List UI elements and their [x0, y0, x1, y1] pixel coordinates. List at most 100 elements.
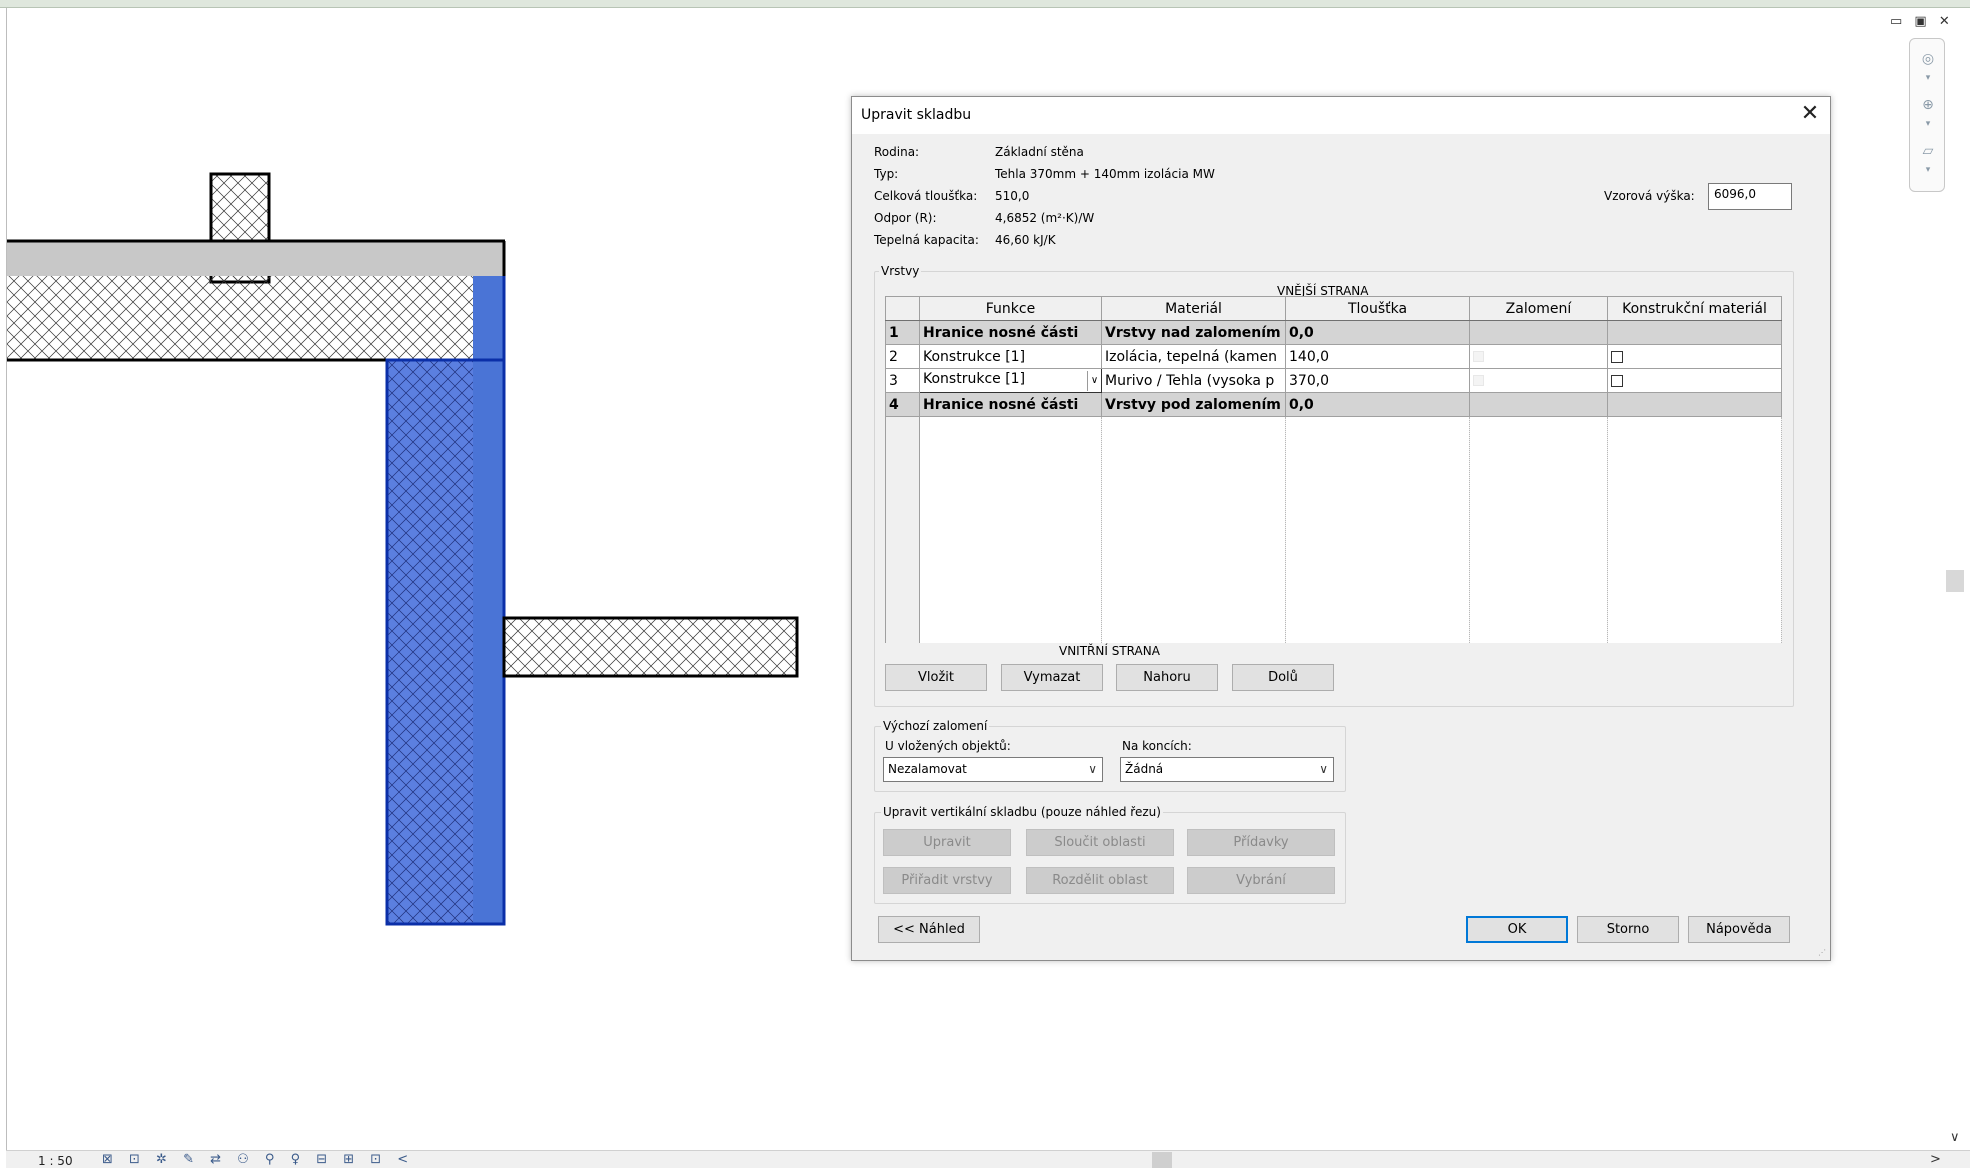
dialog-title: Upravit skladbu	[861, 107, 972, 123]
structural-checkbox[interactable]	[1611, 374, 1623, 387]
horizontal-scrollbar-thumb[interactable]	[1152, 1152, 1172, 1168]
close-icon[interactable]: ✕	[1796, 100, 1824, 128]
ok-button[interactable]: OK	[1466, 916, 1568, 943]
merge-regions-button[interactable]: Sloučit oblasti	[1026, 829, 1174, 856]
at-inserts-select[interactable]: Nezalamovat ∨	[883, 757, 1103, 782]
header-function[interactable]: Funkce	[919, 296, 1102, 321]
modify-button[interactable]: Upravit	[883, 829, 1011, 856]
thermal-capacity-label: Tepelná kapacita:	[874, 233, 979, 247]
cancel-button[interactable]: Storno	[1577, 916, 1679, 943]
header-structural-material[interactable]: Konstrukční materiál	[1607, 296, 1782, 321]
row-function-dropdown[interactable]: Konstrukce [1] ∨	[919, 368, 1102, 393]
zoom-icon[interactable]: ⊕	[1918, 97, 1938, 117]
chevron-down-icon[interactable]: ▾	[1918, 73, 1938, 93]
scroll-down-icon[interactable]: ∨	[1950, 1130, 1960, 1145]
layers-table: Funkce Materiál Tloušťka Zalomení Konstr…	[885, 296, 1782, 643]
default-wrapping-group: Výchozí zalomení U vložených objektů: Ne…	[874, 719, 1346, 792]
preview-toggle-button[interactable]: << Náhled	[878, 916, 980, 943]
delete-button[interactable]: Vymazat	[1001, 664, 1103, 691]
move-up-button[interactable]: Nahoru	[1116, 664, 1218, 691]
scrollbar-thumb[interactable]	[1946, 570, 1964, 592]
row-structural	[1607, 320, 1782, 345]
resize-grip-icon[interactable]: ⋰	[1818, 948, 1828, 958]
interior-side-label: VNITŘNÍ STRANA	[1059, 644, 1160, 658]
default-wrapping-title: Výchozí zalomení	[881, 719, 990, 733]
sweeps-button[interactable]: Přídavky	[1187, 829, 1335, 856]
view-control-bar: 1 : 50 ⊠ ⊡ ✲ ✎ ⇄ ⚇ ⚲ ♀ ⊟ ⊞ ⊡ < >	[6, 1150, 1970, 1168]
header-wraps[interactable]: Zalomení	[1469, 296, 1608, 321]
top-bar	[0, 0, 1970, 8]
row-thickness[interactable]: 140,0	[1285, 344, 1470, 369]
chevron-down-icon[interactable]: ∨	[1088, 758, 1097, 781]
row-wraps	[1469, 368, 1608, 393]
row-thickness[interactable]: 0,0	[1285, 320, 1470, 345]
at-inserts-value: Nezalamovat	[888, 762, 967, 776]
structural-checkbox[interactable]	[1611, 350, 1623, 363]
reveals-button[interactable]: Vybrání	[1187, 867, 1335, 894]
row-material[interactable]: Vrstvy pod zalomením	[1101, 392, 1286, 417]
thickness-label: Celková tloušťka:	[874, 189, 978, 203]
row-function[interactable]: Konstrukce [1]	[919, 344, 1102, 369]
layers-group: Vrstvy VNĚJŠÍ STRANA Funkce Materiál Tlo…	[874, 264, 1794, 707]
row-structural[interactable]	[1607, 344, 1782, 369]
move-down-button[interactable]: Dolů	[1232, 664, 1334, 691]
row-structural[interactable]	[1607, 368, 1782, 393]
view-control-icons[interactable]: ⊠ ⊡ ✲ ✎ ⇄ ⚇ ⚲ ♀ ⊟ ⊞ ⊡ <	[102, 1152, 414, 1167]
table-row[interactable]: 4 Hranice nosné části Vrstvy pod zalomen…	[885, 392, 1782, 417]
at-ends-value: Žádná	[1125, 762, 1164, 776]
table-header-row: Funkce Materiál Tloušťka Zalomení Konstr…	[885, 296, 1782, 321]
header-thickness[interactable]: Tloušťka	[1285, 296, 1470, 321]
vertical-scrollbar[interactable]: ∨	[1944, 30, 1970, 1150]
row-wraps	[1469, 320, 1608, 345]
steering-wheel-icon[interactable]: ◎	[1918, 51, 1938, 71]
wraps-checkbox	[1473, 375, 1484, 386]
vertical-structure-title: Upravit vertikální skladbu (pouze náhled…	[881, 805, 1163, 819]
row-number[interactable]: 1	[885, 320, 920, 345]
help-button[interactable]: Nápověda	[1688, 916, 1790, 943]
row-function: Konstrukce [1]	[923, 370, 1026, 387]
type-value: Tehla 370mm + 140mm izolácia MW	[995, 167, 1215, 181]
resistance-label: Odpor (R):	[874, 211, 937, 225]
layers-group-title: Vrstvy	[879, 264, 922, 278]
sample-height-input[interactable]: 6096,0	[1708, 183, 1792, 210]
assign-layers-button[interactable]: Přiřadit vrstvy	[883, 867, 1011, 894]
vertical-structure-group: Upravit vertikální skladbu (pouze náhled…	[874, 805, 1346, 904]
wall-insulation-layer	[473, 276, 504, 924]
row-function[interactable]: Hranice nosné části	[919, 392, 1102, 417]
row-thickness[interactable]: 0,0	[1285, 392, 1470, 417]
at-ends-select[interactable]: Žádná ∨	[1120, 757, 1334, 782]
row-structural	[1607, 392, 1782, 417]
table-empty-area	[885, 416, 1782, 643]
hatched-slab	[7, 276, 473, 360]
table-row[interactable]: 1 Hranice nosné části Vrstvy nad zalomen…	[885, 320, 1782, 345]
chevron-down-icon[interactable]: ▾	[1918, 119, 1938, 139]
edit-assembly-dialog: Upravit skladbu ✕ Rodina: Základní stěna…	[851, 96, 1831, 961]
row-material[interactable]: Vrstvy nad zalomením	[1101, 320, 1286, 345]
table-row[interactable]: 3 Konstrukce [1] ∨ Murivo / Tehla (vysoka…	[885, 368, 1782, 393]
row-wraps	[1469, 392, 1608, 417]
row-material[interactable]: Izolácia, tepelná (kamen	[1101, 344, 1286, 369]
header-material[interactable]: Materiál	[1101, 296, 1286, 321]
resistance-value: 4,6852 (m²·K)/W	[995, 211, 1095, 225]
scroll-right-icon[interactable]: >	[1930, 1152, 1941, 1167]
table-row[interactable]: 2 Konstrukce [1] Izolácia, tepelná (kame…	[885, 344, 1782, 369]
row-wraps	[1469, 344, 1608, 369]
insert-button[interactable]: Vložit	[885, 664, 987, 691]
family-value: Základní stěna	[995, 145, 1084, 159]
navigation-bar[interactable]: ◎ ▾ ⊕ ▾ ▱ ▾	[1909, 38, 1945, 192]
window-controls[interactable]: ▭ ▣ ✕	[1890, 14, 1954, 29]
row-number[interactable]: 3	[885, 368, 920, 393]
row-function[interactable]: Hranice nosné části	[919, 320, 1102, 345]
split-region-button[interactable]: Rozdělit oblast	[1026, 867, 1174, 894]
thickness-value: 510,0	[995, 189, 1030, 203]
row-number[interactable]: 4	[885, 392, 920, 417]
chevron-down-icon[interactable]: ∨	[1087, 370, 1101, 391]
chevron-down-icon[interactable]: ∨	[1319, 758, 1328, 781]
at-inserts-label: U vložených objektů:	[885, 739, 1011, 753]
scale-label[interactable]: 1 : 50	[38, 1154, 73, 1168]
row-thickness[interactable]: 370,0	[1285, 368, 1470, 393]
chevron-down-icon[interactable]: ▾	[1918, 165, 1938, 185]
row-material[interactable]: Murivo / Tehla (vysoka p	[1101, 368, 1286, 393]
pan-2d-icon[interactable]: ▱	[1918, 143, 1938, 163]
row-number[interactable]: 2	[885, 344, 920, 369]
